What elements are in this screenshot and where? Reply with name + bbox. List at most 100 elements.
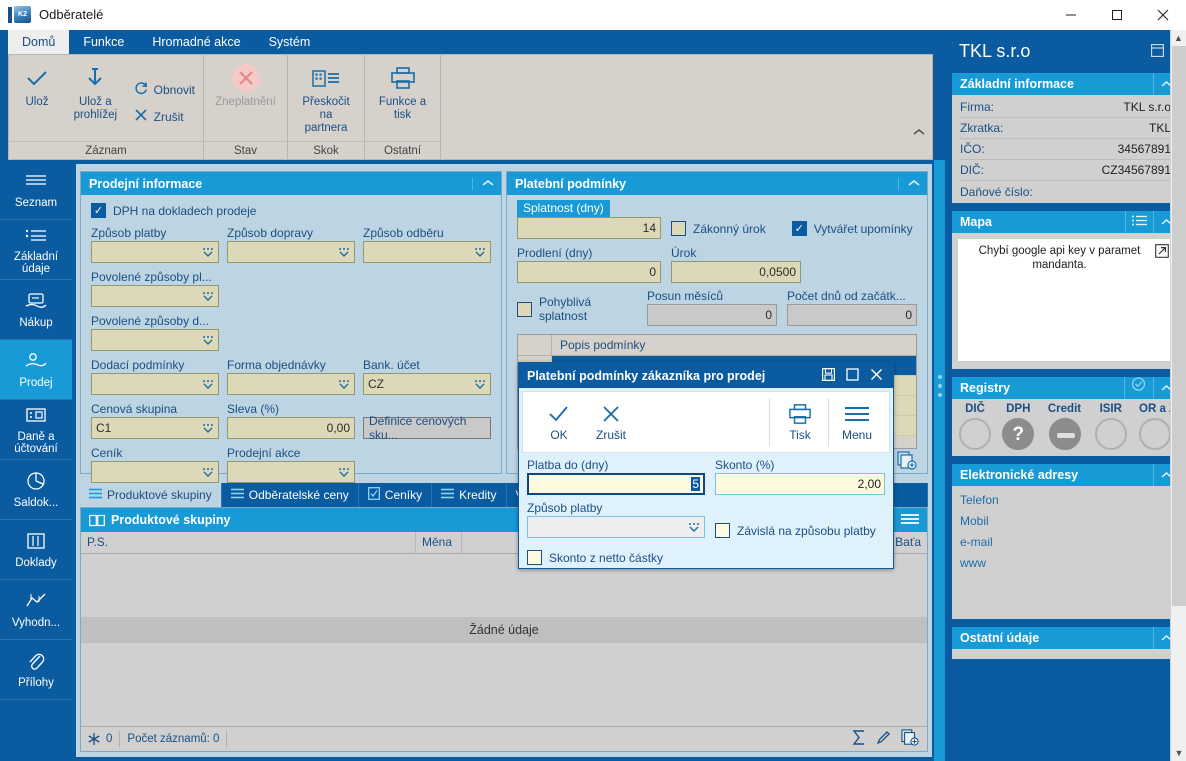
chevron-down-icon[interactable] [337,377,351,392]
input-prodleni[interactable]: 0 [517,261,661,283]
scrollbar-thumb[interactable] [1172,46,1186,606]
sidebar-item-prilohy[interactable]: Přílohy [0,640,72,700]
panel-splitter[interactable] [934,160,945,761]
add-record-icon[interactable] [897,451,917,473]
chevron-down-icon[interactable] [201,289,215,304]
right-panel-scrollbar[interactable]: ▲ ▼ [1170,30,1186,761]
input-forma-objednavky[interactable] [227,373,355,395]
external-link-icon[interactable] [1155,244,1169,262]
dialog-discount-from-net-checkbox[interactable]: Skonto z netto částky [527,550,885,565]
dialog-depends-on-method-checkbox[interactable]: Závislá na způsobu platby [715,523,876,542]
sidebar-item-doklady[interactable]: Doklady [0,520,72,580]
chevron-down-icon[interactable] [201,377,215,392]
grid-body[interactable]: Žádné údaje [81,554,927,726]
input-sleva[interactable]: 0,00 [227,417,355,439]
close-icon[interactable] [865,368,887,384]
input-prodejni-akce[interactable] [227,461,355,483]
refresh-button[interactable]: Obnovit [128,79,201,100]
map-placeholder[interactable]: Chybí google api key v paramet mandanta. [958,239,1173,361]
address-www[interactable]: www [960,553,1171,574]
tab-kredity[interactable]: Kredity [432,483,507,507]
floating-maturity-checkbox[interactable]: Pohyblivá splatnost [517,295,637,326]
input-cenik[interactable] [91,461,219,483]
chevron-down-icon[interactable] [201,421,215,436]
chevron-down-icon[interactable] [473,377,487,392]
ribbon-tab-domu[interactable]: Domů [8,30,70,54]
input-zpusob-odberu[interactable] [363,241,491,263]
sidebar-item-prodej[interactable]: Prodej [0,340,72,400]
input-pocet-dnu[interactable]: 0 [787,304,917,326]
sidebar-item-nakup[interactable]: Nákup [0,280,72,340]
check-circle-icon[interactable] [1124,377,1153,399]
tab-produktove-skupiny[interactable]: Produktové skupiny [80,483,222,507]
vat-checkbox[interactable]: ✓ DPH na dokladech prodeje [91,203,491,218]
jump-to-partner-button[interactable]: Přeskočit na partnera [290,57,362,141]
input-posun-mesicu[interactable]: 0 [647,304,777,326]
save-button[interactable]: Ulož [11,57,63,141]
chevron-down-icon[interactable] [337,465,351,480]
scroll-down-arrow[interactable]: ▼ [1171,745,1186,761]
dialog-menu-button[interactable]: Menu [831,402,883,442]
address-email[interactable]: e-mail [960,532,1171,553]
price-group-definition-button[interactable]: Definice cenových sku... [363,414,491,442]
sidebar-item-dane-uctovani[interactable]: Daně a účtování [0,400,72,460]
input-povolene-zpusoby-dopravy[interactable] [91,329,219,351]
chevron-down-icon[interactable] [473,245,487,260]
registry-item-or-zr[interactable]: OR a ŽR [1135,403,1175,450]
dialog-input-skonto[interactable]: 2,00 [715,473,885,495]
input-cenova-skupina[interactable]: C1 [91,417,219,439]
maximize-icon[interactable] [1094,0,1140,30]
input-dodaci-podminky[interactable] [91,373,219,395]
chevron-down-icon[interactable] [687,520,701,535]
address-mobil[interactable]: Mobil [960,511,1171,532]
create-reminders-checkbox[interactable]: ✓ Vytvářet upomínky [791,221,913,239]
chevron-down-icon[interactable] [201,465,215,480]
ribbon-collapse-chevron[interactable] [912,127,926,139]
registry-item-isir[interactable]: ISIR [1092,403,1130,450]
address-telefon[interactable]: Telefon [960,490,1171,511]
save-window-icon[interactable] [817,367,839,384]
window-icon[interactable] [1151,41,1164,62]
registry-item-dph[interactable]: DPH ? [999,403,1037,450]
scroll-up-arrow[interactable]: ▲ [1171,30,1186,46]
pencil-icon[interactable] [876,730,891,748]
cancel-button[interactable]: Zrušit [128,106,201,127]
sidebar-item-vyhodnoceni[interactable]: Vyhodn... [0,580,72,640]
hamburger-icon[interactable] [901,513,919,528]
sigma-icon[interactable] [852,729,866,748]
sidebar-item-seznam[interactable]: Seznam [0,160,72,220]
chevron-down-icon[interactable] [201,245,215,260]
grid-column-ps[interactable]: P.S. [81,532,416,554]
input-urok[interactable]: 0,0500 [671,261,801,283]
input-zpusob-platby[interactable] [91,241,219,263]
tab-odberatelske-ceny[interactable]: Odběratelské ceny [221,483,359,507]
minimize-icon[interactable] [1048,0,1094,30]
registry-item-credit[interactable]: Credit [1043,403,1087,450]
add-record-icon[interactable] [901,728,919,749]
grid-column-mena[interactable]: Měna [416,532,462,554]
dialog-cancel-button[interactable]: Zrušit [585,402,637,442]
dialog-ok-button[interactable]: OK [533,402,585,442]
input-povolene-zpusoby-platby[interactable] [91,285,219,307]
invalidate-button[interactable]: Zneplatnění [207,57,284,141]
chevron-up-icon[interactable] [472,177,495,190]
input-bank-ucet[interactable]: CZ [363,373,491,395]
chevron-down-icon[interactable] [337,245,351,260]
ribbon-tab-funkce[interactable]: Funkce [69,30,138,54]
registry-item-dic[interactable]: DIČ [956,403,994,450]
save-and-browse-button[interactable]: Ulož a prohlížej [63,57,128,141]
legal-interest-checkbox[interactable]: Zákonný úrok [671,221,766,239]
dialog-input-zpusob-platby[interactable] [527,516,705,538]
list-icon[interactable] [1125,211,1153,233]
dialog-print-button[interactable]: Tisk [774,402,826,442]
input-splatnost[interactable]: 14 [517,217,661,239]
ribbon-tab-system[interactable]: Systém [255,30,325,54]
close-icon[interactable] [1140,0,1186,30]
chevron-up-icon[interactable] [898,177,921,190]
sidebar-item-zakladni-udaje[interactable]: Základní údaje [0,220,72,280]
maximize-icon[interactable] [841,367,863,384]
sidebar-item-saldokonto[interactable]: Saldok... [0,460,72,520]
dialog-input-platba-do[interactable]: 5 [527,473,705,495]
chevron-down-icon[interactable] [201,333,215,348]
ribbon-tab-hromadne-akce[interactable]: Hromadné akce [138,30,254,54]
